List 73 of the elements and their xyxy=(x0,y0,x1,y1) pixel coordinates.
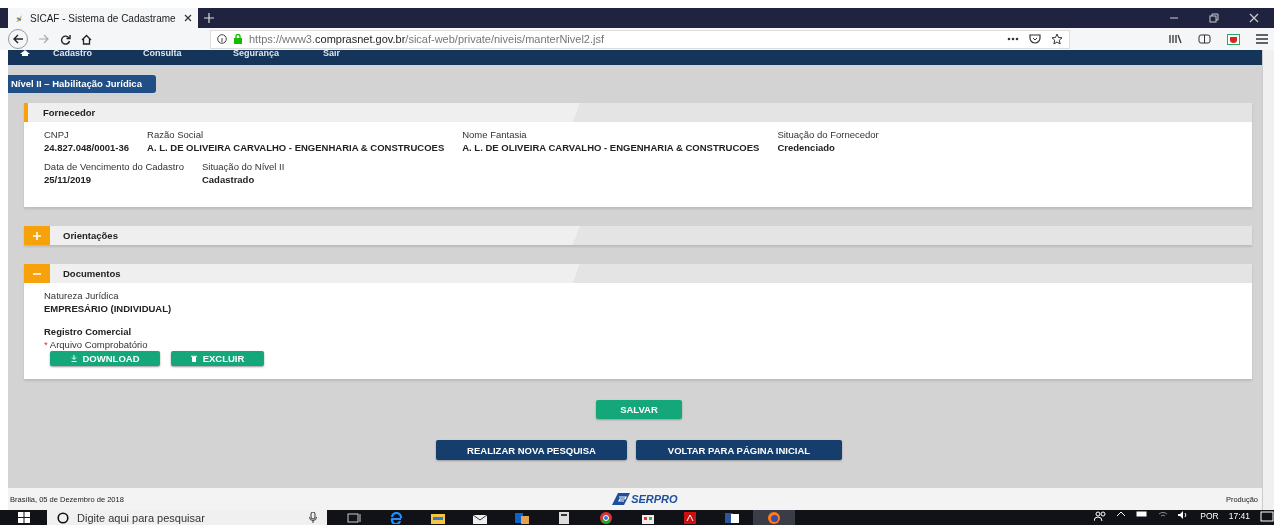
people-icon[interactable] xyxy=(1094,511,1107,521)
panel-title: Documentos xyxy=(63,268,121,279)
page-title: Nível II – Habilitação Jurídica xyxy=(8,75,156,93)
field-value: 25/11/2019 xyxy=(44,174,93,185)
field-label: * Arquivo Comprobatório xyxy=(44,339,149,350)
field-label: Situação do Nível II xyxy=(201,161,285,172)
fox-browser-icon[interactable] xyxy=(767,511,781,524)
field-label: Razão Social xyxy=(147,129,205,140)
home-icon[interactable] xyxy=(81,33,92,45)
pdf-app-icon[interactable] xyxy=(683,511,697,524)
new-search-button[interactable]: REALIZAR NOVA PESQUISA xyxy=(436,440,627,460)
reload-icon[interactable] xyxy=(60,33,71,45)
field-label: Data de Vencimento do Cadastro xyxy=(44,161,184,172)
toggle-button[interactable] xyxy=(24,264,50,283)
menu-icon[interactable] xyxy=(1256,34,1268,44)
url-text: https://www3.comprasnet.gov.br/sicaf-web/private/niveis/manterNivel2.jsf xyxy=(249,33,604,45)
star-icon[interactable] xyxy=(1051,33,1063,45)
taskbar-search-field[interactable]: Digite aqui para pesquisar xyxy=(47,510,327,525)
address-bar[interactable]: https://www3.comprasnet.gov.br/sicaf-web/private/niveis/manterNivel2.jsf xyxy=(210,29,1070,49)
menu-item[interactable]: Cadastro xyxy=(53,50,143,57)
chevron-up-icon[interactable] xyxy=(1116,511,1127,517)
plus-icon xyxy=(33,231,41,240)
language-indicator[interactable]: POR xyxy=(1200,511,1219,521)
field-value: EMPRESÁRIO (INDIVIDUAL) xyxy=(44,303,173,314)
field-label: Situação do Fornecedor xyxy=(777,129,879,140)
sidebar-icon[interactable] xyxy=(1198,34,1211,44)
panel-title: Orientações xyxy=(63,230,118,241)
folder-icon[interactable] xyxy=(431,511,445,524)
wifi-icon[interactable] xyxy=(1158,511,1169,519)
close-icon[interactable] xyxy=(184,14,192,22)
notification-icon[interactable] xyxy=(1260,511,1274,523)
field-label: Nome Fantasia xyxy=(462,129,528,140)
battery-icon[interactable] xyxy=(1136,511,1149,517)
logo: SERPRO xyxy=(612,493,678,505)
circle-icon xyxy=(57,511,69,524)
field-value: 24.827.048/0001-36 xyxy=(44,142,130,153)
info-icon xyxy=(217,34,227,44)
menu-item[interactable]: Segurança xyxy=(233,50,323,57)
field-value: A. L. DE OLIVEIRA CARVALHO - ENGENHARIA & CONSTRUCOES xyxy=(462,142,760,153)
menu-item[interactable]: Consulta xyxy=(143,50,233,57)
shield-icon[interactable] xyxy=(1227,33,1240,45)
field-value: Cadastrado xyxy=(201,174,256,185)
document-app-icon[interactable] xyxy=(725,511,739,524)
task-view-icon[interactable] xyxy=(347,511,361,524)
library-icon[interactable] xyxy=(1169,34,1182,44)
field-value: Credenciado xyxy=(777,142,836,153)
toggle-button[interactable] xyxy=(24,226,50,245)
field-label: Natureza Jurídica xyxy=(44,290,120,301)
trash-icon xyxy=(190,355,197,362)
calculator-icon[interactable] xyxy=(557,511,571,524)
microphone-icon xyxy=(309,512,317,523)
round-browser-icon[interactable] xyxy=(599,511,613,524)
more-icon[interactable] xyxy=(1007,37,1019,41)
download-icon xyxy=(70,355,77,362)
restore-icon[interactable] xyxy=(1209,13,1219,23)
home-page-button[interactable]: VOLTAR PARA PÁGINA INICIAL xyxy=(636,440,842,460)
field-value: A. L. DE OLIVEIRA CARVALHO - ENGENHARIA & CONSTRUCOES xyxy=(147,142,445,153)
lock-icon xyxy=(233,34,243,44)
browser-e-icon[interactable] xyxy=(389,511,403,524)
browser-tab[interactable]: SICAF - Sistema de Cadastrame xyxy=(8,8,198,28)
back-arrow-icon[interactable] xyxy=(12,34,24,44)
mail-app-icon[interactable] xyxy=(515,511,529,524)
field-label: CNPJ xyxy=(44,129,70,140)
windows-logo-icon[interactable] xyxy=(17,512,30,523)
menu-item[interactable]: Sair xyxy=(323,50,413,57)
clock[interactable]: 17:41 xyxy=(1228,511,1250,521)
plus-icon[interactable] xyxy=(204,13,214,23)
pocket-icon[interactable] xyxy=(1029,34,1041,44)
scrollbar[interactable] xyxy=(1262,50,1274,510)
home-icon[interactable] xyxy=(20,50,30,56)
tab-title: SICAF - Sistema de Cadastrame xyxy=(30,12,177,24)
panel-title: Fornecedor xyxy=(43,107,96,118)
section-heading: Registro Comercial xyxy=(44,326,133,337)
